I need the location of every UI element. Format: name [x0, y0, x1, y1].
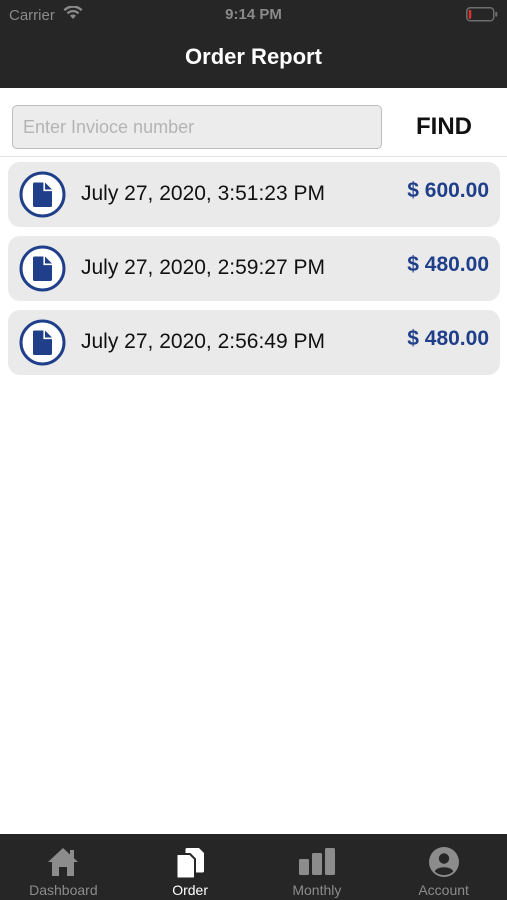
- home-icon: [46, 846, 80, 883]
- document-icon: [19, 171, 66, 218]
- tab-bar: Dashboard Order Monthly Account: [0, 834, 507, 900]
- documents-icon: [173, 846, 207, 885]
- order-date: July 27, 2020, 2:59:27 PM: [81, 256, 325, 279]
- order-date: July 27, 2020, 3:51:23 PM: [81, 182, 325, 205]
- account-icon: [428, 846, 460, 883]
- tab-label: Account: [418, 882, 469, 898]
- order-amount: $ 480.00: [407, 327, 489, 350]
- battery-icon: [466, 7, 498, 26]
- status-bar: Carrier 9:14 PM: [0, 0, 507, 30]
- tab-order[interactable]: Order: [127, 834, 254, 900]
- order-amount: $ 480.00: [407, 253, 489, 276]
- order-list: July 27, 2020, 3:51:23 PM $ 600.00 July …: [8, 162, 500, 384]
- order-report-screen: Carrier 9:14 PM Order Report Enter Invio…: [0, 0, 507, 900]
- order-date: July 27, 2020, 2:56:49 PM: [81, 330, 325, 353]
- document-icon: [19, 245, 66, 292]
- tab-dashboard[interactable]: Dashboard: [0, 834, 127, 900]
- invoice-search-bar: FIND: [0, 88, 507, 157]
- invoice-number-input[interactable]: [12, 105, 382, 149]
- document-icon: [19, 319, 66, 366]
- header: Carrier 9:14 PM Order Report: [0, 0, 507, 88]
- tab-monthly[interactable]: Monthly: [254, 834, 381, 900]
- order-amount: $ 600.00: [407, 179, 489, 202]
- bar-chart-icon: [298, 846, 336, 881]
- order-row[interactable]: July 27, 2020, 3:51:23 PM $ 600.00: [8, 162, 500, 227]
- status-time: 9:14 PM: [225, 6, 282, 23]
- tab-label: Order: [172, 882, 209, 898]
- order-row[interactable]: July 27, 2020, 2:59:27 PM $ 480.00: [8, 236, 500, 301]
- tab-label: Monthly: [292, 882, 342, 898]
- tab-label: Dashboard: [29, 882, 98, 898]
- find-button[interactable]: FIND: [396, 105, 492, 149]
- page-title: Order Report: [185, 44, 322, 69]
- order-row[interactable]: July 27, 2020, 2:56:49 PM $ 480.00: [8, 310, 500, 375]
- tab-account[interactable]: Account: [380, 834, 507, 900]
